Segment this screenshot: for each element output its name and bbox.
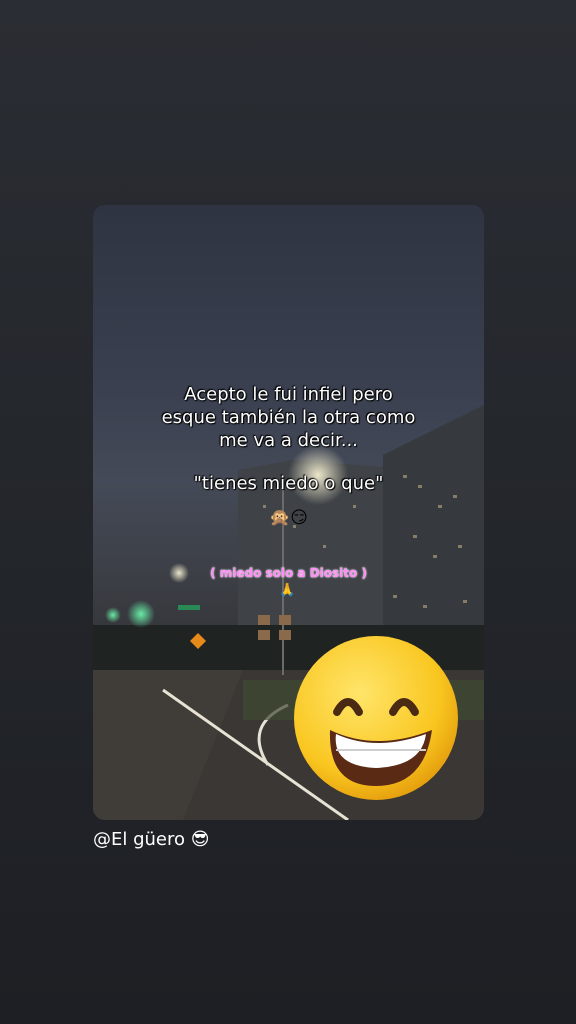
- caption-line-3: me va a decir...: [219, 430, 358, 451]
- story-caption: Acepto le fui infiel pero esque también …: [93, 383, 484, 495]
- caption-line-1: Acepto le fui infiel pero: [184, 384, 393, 405]
- user-tag[interactable]: @El güero 😎: [93, 829, 210, 850]
- emoji-row: 🙊😏: [269, 508, 308, 528]
- grinning-face-with-smiling-eyes-icon: [294, 636, 458, 800]
- caption-line-2: esque también la otra como: [161, 407, 416, 428]
- caption-line-4: "tienes miedo o que": [193, 473, 384, 494]
- pink-note: ( miedo solo a Diosito ): [210, 566, 367, 580]
- pray-emoji: 🙏: [279, 583, 296, 598]
